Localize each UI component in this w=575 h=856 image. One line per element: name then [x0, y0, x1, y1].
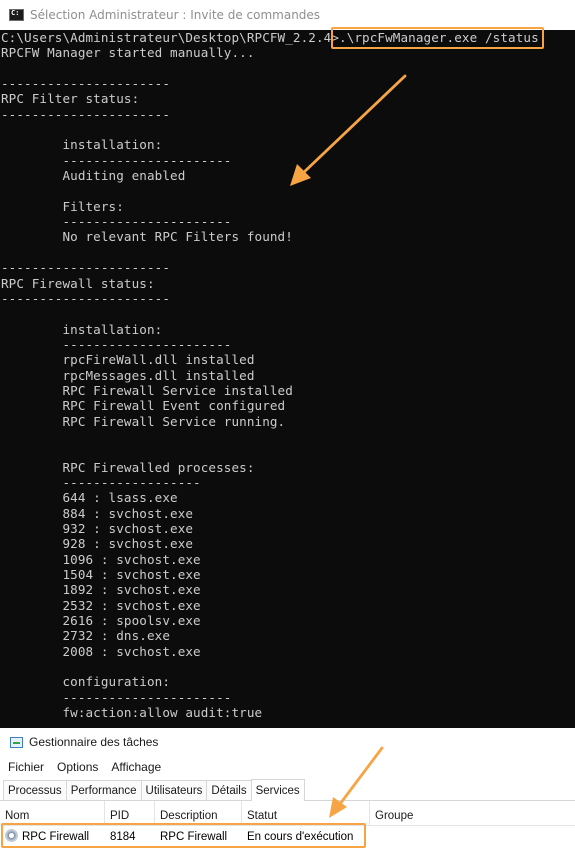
task-manager-title: Gestionnaire des tâches: [29, 735, 159, 749]
console-line: 2616 : spoolsv.exe: [1, 613, 201, 629]
service-pid: 8184: [110, 831, 136, 843]
column-header-pid[interactable]: PID: [105, 801, 155, 825]
console-line: 1892 : svchost.exe: [1, 582, 201, 598]
column-header-nom[interactable]: Nom: [0, 801, 105, 825]
console-line: ----------------------: [1, 214, 232, 230]
service-description: RPC Firewall: [160, 831, 228, 843]
console-line: Filters:: [1, 198, 124, 214]
console-line: ------------------: [1, 474, 201, 490]
service-name-cell: RPC Firewall: [0, 826, 105, 848]
column-header-statut[interactable]: Statut: [242, 801, 370, 825]
console-line: 928 : svchost.exe: [1, 536, 194, 552]
menu-fichier[interactable]: Fichier: [3, 760, 49, 774]
console-lines: C:\Users\Administrateur\Desktop\RPCFW_2.…: [0, 30, 575, 728]
service-name: RPC Firewall: [22, 831, 90, 843]
tab-processus[interactable]: Processus: [3, 780, 67, 800]
console-line: ----------------------: [1, 290, 171, 306]
console-line: 2732 : dns.exe: [1, 628, 171, 644]
console-line: ----------------------: [1, 152, 232, 168]
column-header-description[interactable]: Description: [155, 801, 242, 825]
console-line: ----------------------: [1, 260, 171, 276]
console-line: RPC Firewall Service running.: [1, 413, 286, 429]
console-line: installation:: [1, 137, 163, 153]
tab-details[interactable]: Détails: [206, 780, 252, 800]
table-row[interactable]: RPC Firewall 8184 RPC Firewall En cours …: [0, 826, 575, 848]
console-line: C:\Users\Administrateur\Desktop\RPCFW_2.…: [1, 30, 539, 45]
console-line: 1504 : svchost.exe: [1, 567, 201, 583]
task-manager-window: Gestionnaire des tâches Fichier Options …: [0, 728, 575, 856]
services-table: Nom PID Description Statut Groupe RPC Fi…: [0, 801, 575, 848]
task-manager-menubar: Fichier Options Affichage: [0, 756, 575, 778]
console-line: RPC Firewall status:: [1, 275, 155, 291]
cmd-window-title: Sélection Administrateur : Invite de com…: [30, 8, 321, 22]
tab-performance[interactable]: Performance: [65, 780, 142, 800]
console-line: rpcFireWall.dll installed: [1, 352, 255, 368]
console-line: 2532 : svchost.exe: [1, 597, 201, 613]
cmd-titlebar[interactable]: Sélection Administrateur : Invite de com…: [0, 0, 575, 30]
task-manager-titlebar[interactable]: Gestionnaire des tâches: [0, 728, 575, 756]
console-line: RPC Filter status:: [1, 91, 140, 107]
console-line: RPC Firewall Event configured: [1, 398, 286, 414]
services-table-header: Nom PID Description Statut Groupe: [0, 801, 575, 826]
console-line: rpcMessages.dll installed: [1, 367, 255, 383]
cmd-icon: [9, 9, 24, 21]
console-line: 2008 : svchost.exe: [1, 643, 201, 659]
console-line: 644 : lsass.exe: [1, 490, 178, 506]
console-output[interactable]: C:\Users\Administrateur\Desktop\RPCFW_2.…: [0, 30, 575, 728]
service-status: En cours d'exécution: [247, 831, 354, 843]
console-line: configuration:: [1, 674, 171, 690]
console-line: ----------------------: [1, 106, 171, 122]
menu-options[interactable]: Options: [52, 760, 103, 774]
console-line: Auditing enabled: [1, 168, 186, 184]
console-line: 932 : svchost.exe: [1, 521, 194, 536]
console-line: ----------------------: [1, 76, 171, 92]
column-header-groupe[interactable]: Groupe: [370, 801, 470, 825]
console-line: RPCFW Manager started manually...: [1, 45, 255, 61]
service-gear-icon: [5, 829, 18, 842]
service-group: [370, 826, 470, 848]
console-line: fw:action:allow audit:true: [1, 705, 263, 721]
console-line: installation:: [1, 321, 163, 337]
console-line: ----------------------: [1, 336, 232, 352]
tab-services[interactable]: Services: [250, 779, 305, 801]
menu-affichage[interactable]: Affichage: [106, 760, 166, 774]
task-manager-icon: [10, 736, 23, 748]
console-line: ----------------------: [1, 689, 232, 705]
console-line: 884 : svchost.exe: [1, 505, 194, 521]
console-line: 1096 : svchost.exe: [1, 551, 201, 567]
console-line: RPC Firewalled processes:: [1, 459, 255, 475]
task-manager-tabs: Processus Performance Utilisateurs Détai…: [0, 778, 575, 801]
console-line: RPC Firewall Service installed: [1, 382, 293, 398]
tab-utilisateurs[interactable]: Utilisateurs: [140, 780, 208, 800]
console-line: No relevant RPC Filters found!: [1, 229, 293, 245]
